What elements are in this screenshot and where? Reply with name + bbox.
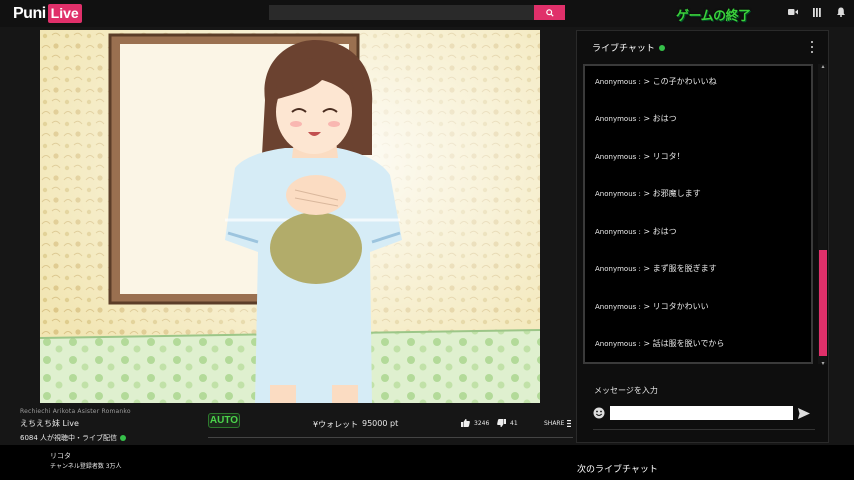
stream-title: えちえち妹 Live xyxy=(20,419,79,428)
chat-menu-icon[interactable] xyxy=(810,41,814,53)
chat-message: Anonymous : > 話は服を脱いでから xyxy=(595,338,724,349)
logo-puni-text: Puni xyxy=(13,4,46,22)
send-icon[interactable] xyxy=(798,404,810,423)
live-chat-panel: ライブチャット Anonymous : > この子かわいいね Anonymous… xyxy=(576,30,829,443)
next-live-chat[interactable]: 次のライブチャット xyxy=(577,462,658,475)
chat-scrollbar-thumb[interactable] xyxy=(819,250,827,356)
wallet-label: ¥ウォレット xyxy=(313,420,359,429)
top-bar: Puni Live ゲームの終了 xyxy=(0,0,854,27)
message-input[interactable] xyxy=(610,406,793,420)
chat-message-user: Anonymous : xyxy=(595,340,641,348)
chat-message-text: > リコタかわいい xyxy=(643,302,709,311)
search-input[interactable] xyxy=(269,5,534,20)
controls-divider xyxy=(208,437,573,438)
chat-message: Anonymous : > まず服を脱ぎます xyxy=(595,263,717,274)
video-player[interactable] xyxy=(40,30,540,403)
top-icons xyxy=(788,7,846,17)
search-bar xyxy=(269,5,565,20)
chat-title: ライブチャット xyxy=(592,44,655,54)
chat-message-user: Anonymous : xyxy=(595,153,641,161)
scroll-down-icon[interactable]: ▾ xyxy=(819,361,827,367)
share-button[interactable]: SHARE xyxy=(544,420,572,427)
channel-name[interactable]: リコタ xyxy=(50,451,71,461)
share-label: SHARE xyxy=(544,420,565,427)
chat-message: Anonymous : > おはつ xyxy=(595,226,677,237)
live-indicator-icon xyxy=(120,435,127,441)
chat-message-text: > おはつ xyxy=(643,114,677,123)
library-icon[interactable] xyxy=(812,7,822,17)
site-logo[interactable]: Puni Live xyxy=(13,4,82,23)
dislike-button[interactable]: 41 xyxy=(497,419,518,427)
chat-header: ライブチャット xyxy=(592,41,665,54)
chat-message-text: > リコタ！ xyxy=(643,152,685,161)
chat-message-text: > 話は服を脱いでから xyxy=(643,339,725,348)
chat-message: Anonymous : > この子かわいいね xyxy=(595,76,717,87)
chat-message-text: > この子かわいいね xyxy=(643,77,717,86)
chat-message-user: Anonymous : xyxy=(595,265,641,273)
chat-message-text: > まず服を脱ぎます xyxy=(643,264,717,273)
chat-message-user: Anonymous : xyxy=(595,228,641,236)
chat-message-user: Anonymous : xyxy=(595,303,641,311)
thumbs-down-icon xyxy=(497,419,506,427)
chat-live-indicator-icon xyxy=(658,44,665,51)
stream-tag: Rechiechi Arikota Asister Romanko xyxy=(20,408,131,415)
bell-icon[interactable] xyxy=(836,7,846,17)
bottom-bar xyxy=(0,445,854,480)
chat-message-text: > お邪魔します xyxy=(643,189,701,198)
message-input-row xyxy=(593,404,813,422)
chat-message: Anonymous : > おはつ xyxy=(595,113,677,124)
chat-message: Anonymous : > リコタ！ xyxy=(595,151,685,162)
thumbs-up-icon xyxy=(461,419,470,427)
viewer-count: 6084 人が視聴中・ライブ配信 xyxy=(20,433,127,443)
stream-scene xyxy=(40,30,540,403)
viewer-count-text: 6084 人が視聴中・ライブ配信 xyxy=(20,434,118,442)
like-button[interactable]: 3246 xyxy=(461,419,489,427)
chat-message-list[interactable]: Anonymous : > この子かわいいね Anonymous : > おはつ… xyxy=(583,64,813,364)
share-icon xyxy=(567,420,572,427)
chat-message: Anonymous : > お邪魔します xyxy=(595,188,701,199)
search-icon xyxy=(545,8,554,17)
chat-message-user: Anonymous : xyxy=(595,78,641,86)
logo-live-badge: Live xyxy=(47,4,82,23)
chat-message-user: Anonymous : xyxy=(595,190,641,198)
wallet-value: 95000 pt xyxy=(362,419,399,428)
search-button[interactable] xyxy=(534,5,565,20)
chat-message-user: Anonymous : xyxy=(595,115,641,123)
message-input-label: メッセージを入力 xyxy=(594,386,658,395)
dislike-count: 41 xyxy=(510,419,518,427)
chat-message: Anonymous : > リコタかわいい xyxy=(595,301,709,312)
subscriber-count: チャンネル登録者数 3万人 xyxy=(50,463,122,470)
end-game-button[interactable]: ゲームの終了 xyxy=(676,5,751,24)
auto-button[interactable]: AUTO xyxy=(208,413,240,428)
scroll-up-icon[interactable]: ▴ xyxy=(819,64,827,70)
chat-message-text: > おはつ xyxy=(643,227,677,236)
video-camera-icon[interactable] xyxy=(788,7,798,17)
message-input-underline xyxy=(593,429,815,430)
like-count: 3246 xyxy=(474,419,490,427)
chat-scrollbar[interactable]: ▴ ▾ xyxy=(818,64,827,367)
emoji-icon[interactable] xyxy=(593,404,605,423)
